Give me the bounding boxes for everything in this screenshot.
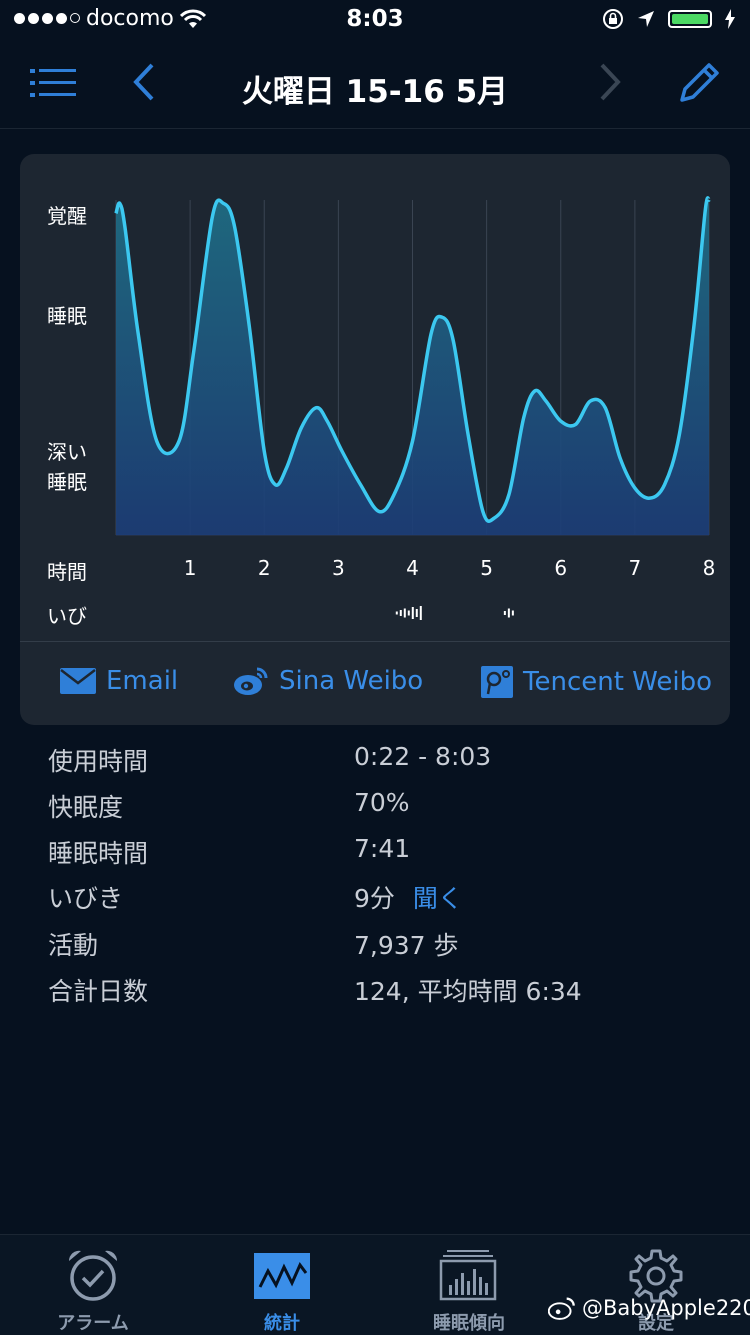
tab-stats[interactable]: 統計 <box>192 1235 372 1335</box>
snore-row-title: いび <box>47 604 87 628</box>
watermark: @BabyApple220 <box>548 1296 750 1320</box>
rotation-lock-icon <box>603 9 623 29</box>
snore-marker[interactable] <box>395 606 422 620</box>
sleep-duration-value: 7:41 <box>354 834 411 863</box>
x-tick-label: 8 <box>702 556 716 580</box>
x-tick-label: 1 <box>183 556 197 580</box>
chevron-right-icon[interactable] <box>596 62 624 102</box>
sleep-duration-label: 睡眠時間 <box>48 839 149 868</box>
mail-icon <box>60 668 96 694</box>
tab-sleep-trend[interactable]: 睡眠傾向 <box>379 1235 559 1335</box>
sleep-quality-label: 快眠度 <box>48 793 124 822</box>
sina-weibo-share-button[interactable]: Sina Weibo <box>233 666 423 696</box>
sina-weibo-label: Sina Weibo <box>279 666 424 696</box>
email-share-label: Email <box>106 666 179 696</box>
status-right <box>602 8 736 30</box>
snore-marker[interactable] <box>503 608 514 618</box>
snore-value-group: 9分 聞く <box>354 879 463 915</box>
listen-link[interactable]: 聞く <box>413 884 463 913</box>
battery-icon <box>668 10 712 28</box>
x-tick-label: 5 <box>480 556 493 580</box>
usage-time-label: 使用時間 <box>48 747 149 776</box>
tab-alarm-label: アラーム <box>57 1313 129 1334</box>
x-axis-title: 時間 <box>47 560 87 584</box>
watermark-text: @BabyApple220 <box>582 1296 750 1320</box>
page-title: 火曜日 15-16 5月 <box>241 74 509 110</box>
status-bar: docomo 8:03 <box>0 0 750 40</box>
snore-value: 9分 <box>354 884 395 913</box>
tab-alarm[interactable]: アラーム <box>3 1235 183 1335</box>
snore-label: いびき <box>48 884 124 913</box>
location-icon <box>638 11 654 27</box>
x-tick-label: 3 <box>332 556 345 580</box>
x-tick-label: 6 <box>554 556 568 580</box>
tencent-weibo-icon <box>481 666 513 698</box>
edit-pencil-icon[interactable] <box>676 60 722 106</box>
tencent-weibo-label: Tencent Weibo <box>523 667 712 697</box>
sleep-quality-value: 70% <box>354 788 410 817</box>
charging-icon <box>725 9 735 29</box>
nav-bar: 火曜日 15-16 5月 <box>0 40 750 129</box>
share-row: Email Sina Weibo Tencent Weibo <box>20 641 730 725</box>
x-tick-label: 2 <box>257 556 271 580</box>
tencent-weibo-share-button[interactable]: Tencent Weibo <box>481 666 712 698</box>
usage-time-value: 0:22 - 8:03 <box>354 742 492 771</box>
x-tick-label: 7 <box>628 556 642 580</box>
total-days-value: 124, 平均時間 6:34 <box>354 977 582 1006</box>
bar-chart-icon <box>439 1250 497 1301</box>
weibo-icon <box>234 667 268 695</box>
sleep-chart-card: 覚醒 睡眠 深い 睡眠 時間 12345678 いび Email Sina We… <box>20 154 730 725</box>
email-share-button[interactable]: Email <box>60 666 178 696</box>
tab-settings[interactable]: 設定 <box>566 1235 746 1335</box>
alarm-clock-icon <box>68 1250 118 1301</box>
tab-stats-label: 統計 <box>264 1313 300 1334</box>
activity-value: 7,937 歩 <box>354 931 459 960</box>
total-days-label: 合計日数 <box>48 977 149 1006</box>
x-tick-label: 4 <box>406 556 419 580</box>
weibo-watermark-icon <box>548 1297 575 1320</box>
activity-label: 活動 <box>48 931 99 960</box>
graph-icon <box>254 1253 310 1299</box>
tab-sleep-trend-label: 睡眠傾向 <box>433 1313 505 1334</box>
